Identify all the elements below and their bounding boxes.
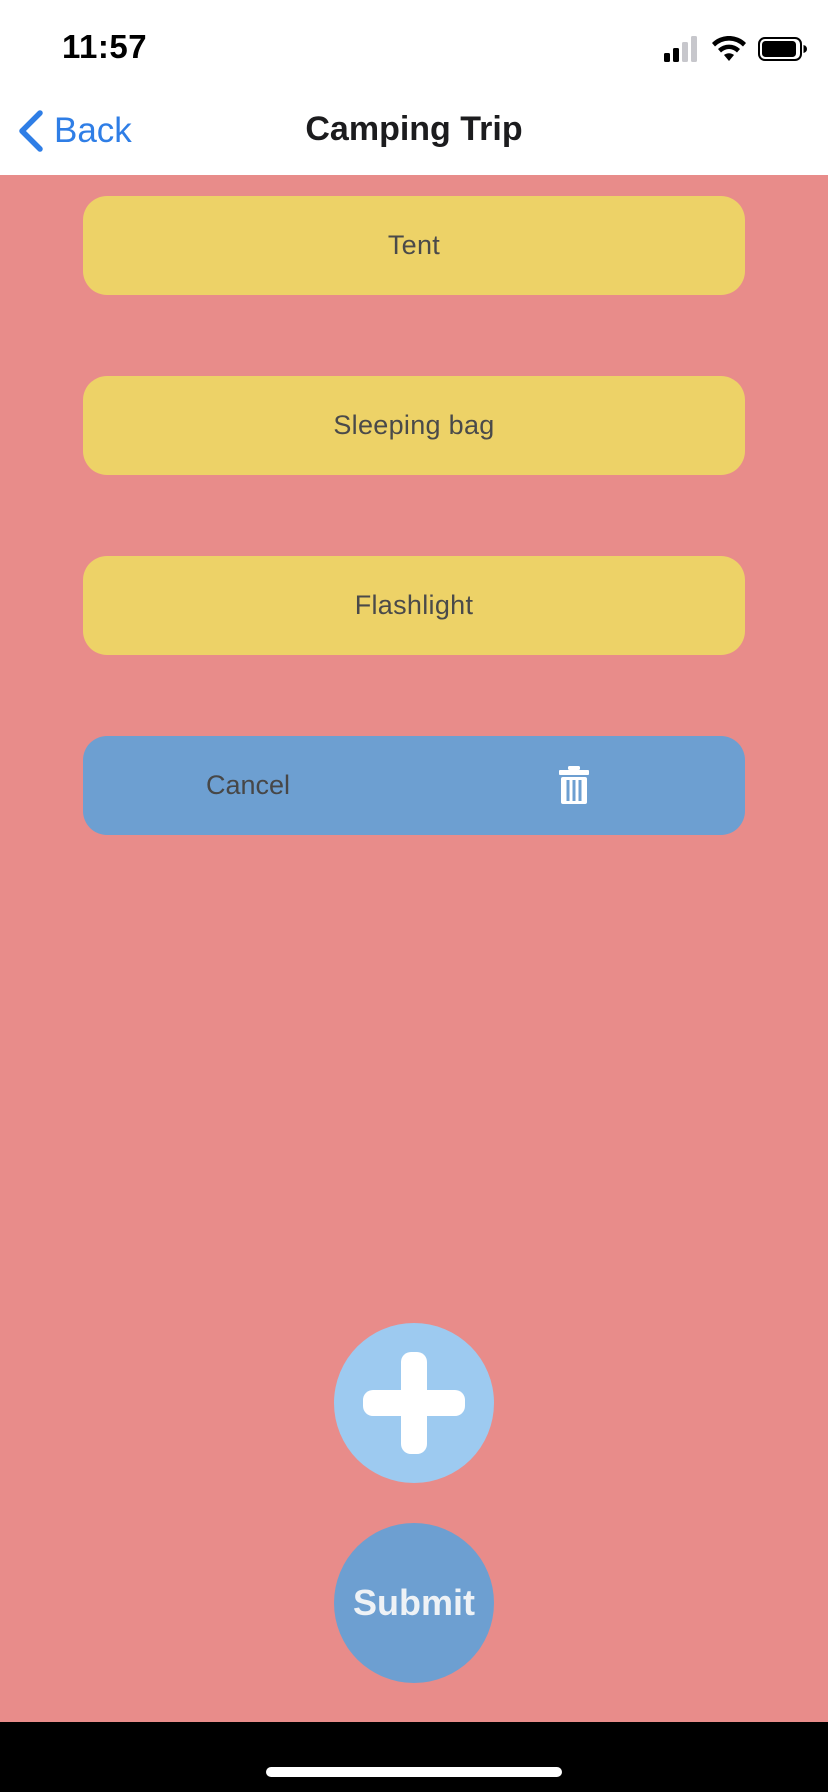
navigation-bar: Back Camping Trip — [0, 88, 828, 175]
status-icons — [664, 36, 807, 64]
list-item-label: Flashlight — [354, 590, 474, 620]
home-indicator-bar — [0, 1722, 828, 1792]
submit-button[interactable]: Submit — [334, 1523, 494, 1683]
list-item[interactable]: Tent — [83, 196, 745, 295]
cancel-button[interactable]: Cancel — [83, 736, 413, 835]
plus-icon — [363, 1352, 465, 1454]
item-list-screen: Tent Sleeping bag Flashlight Cancel Subm… — [0, 175, 828, 1722]
list-item[interactable]: Flashlight — [83, 556, 745, 655]
battery-icon — [758, 37, 807, 61]
trash-icon[interactable] — [559, 766, 589, 804]
list-item[interactable]: Sleeping bag — [83, 376, 745, 475]
status-time: 11:57 — [62, 28, 148, 65]
page-title: Camping Trip — [305, 110, 523, 148]
submit-label: Submit — [353, 1582, 475, 1623]
cancel-label: Cancel — [205, 770, 291, 800]
add-item-button[interactable] — [334, 1323, 494, 1483]
status-bar: 11:57 — [0, 0, 828, 88]
home-indicator[interactable] — [266, 1767, 562, 1777]
wifi-icon — [712, 36, 746, 61]
list-item-label: Tent — [387, 230, 441, 260]
edit-action-row: Cancel — [83, 736, 745, 835]
list-item-label: Sleeping bag — [333, 410, 495, 440]
cellular-signal-icon — [664, 36, 697, 62]
